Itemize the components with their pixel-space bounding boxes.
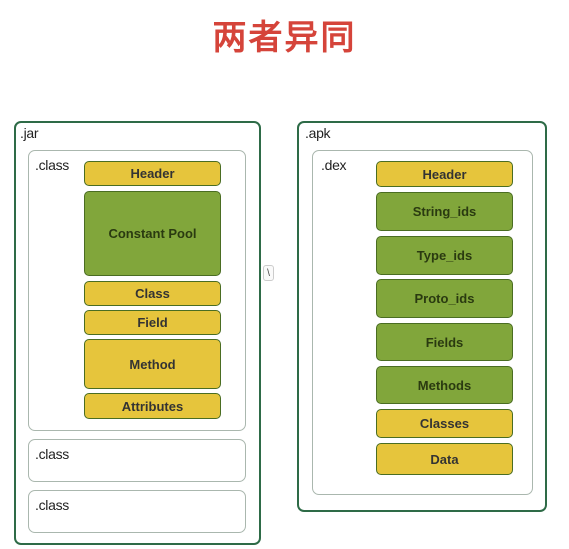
dex-header-section: Header: [376, 161, 513, 187]
dex-methods-section: Methods: [376, 366, 513, 404]
jar-class-label-3: .class: [35, 497, 69, 513]
jar-class-box-2: .class: [28, 439, 246, 482]
jar-class-label: .class: [35, 157, 69, 173]
jar-container: .jar .class Header Constant Pool Class F…: [14, 121, 261, 545]
separator-glyph: \: [263, 265, 274, 281]
jar-constant-pool-section: Constant Pool: [84, 191, 221, 276]
apk-label: .apk: [305, 125, 331, 141]
jar-class-box-3: .class: [28, 490, 246, 533]
dex-data-section: Data: [376, 443, 513, 475]
dex-proto-ids-section: Proto_ids: [376, 279, 513, 318]
jar-field-section: Field: [84, 310, 221, 335]
jar-label: .jar: [20, 125, 39, 141]
apk-container: .apk .dex Header String_ids Type_ids Pro…: [297, 121, 547, 512]
jar-class-label-2: .class: [35, 446, 69, 462]
jar-class-box: .class Header Constant Pool Class Field …: [28, 150, 246, 431]
dex-string-ids-section: String_ids: [376, 192, 513, 231]
dex-label: .dex: [321, 157, 347, 173]
jar-class-section: Class: [84, 281, 221, 306]
dex-classes-section: Classes: [376, 409, 513, 438]
page-title: 两者异同: [212, 18, 357, 58]
jar-header-section: Header: [84, 161, 221, 186]
jar-attributes-section: Attributes: [84, 393, 221, 419]
dex-box: .dex Header String_ids Type_ids Proto_id…: [312, 150, 533, 495]
dex-fields-section: Fields: [376, 323, 513, 361]
dex-type-ids-section: Type_ids: [376, 236, 513, 275]
jar-method-section: Method: [84, 339, 221, 389]
